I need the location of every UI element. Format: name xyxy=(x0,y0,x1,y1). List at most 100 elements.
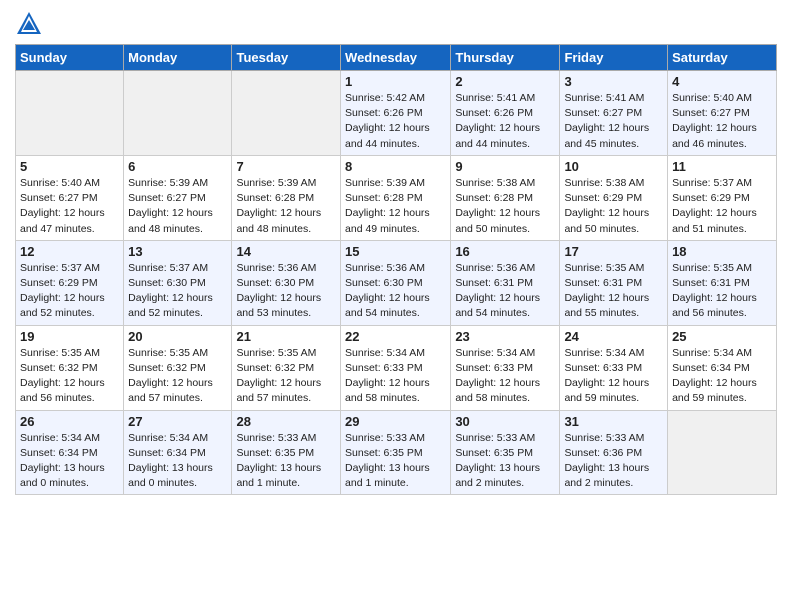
sunset-label: Sunset: 6:28 PM xyxy=(236,192,314,204)
day-info: Sunrise: 5:41 AMSunset: 6:27 PMDaylight:… xyxy=(564,91,663,152)
daylight-label: Daylight: 12 hours and 48 minutes. xyxy=(236,207,321,234)
calendar-container: SundayMondayTuesdayWednesdayThursdayFrid… xyxy=(0,0,792,505)
day-cell: 22Sunrise: 5:34 AMSunset: 6:33 PMDayligh… xyxy=(341,325,451,410)
day-cell: 20Sunrise: 5:35 AMSunset: 6:32 PMDayligh… xyxy=(124,325,232,410)
sunrise-label: Sunrise: 5:36 AM xyxy=(455,262,535,274)
day-info: Sunrise: 5:39 AMSunset: 6:27 PMDaylight:… xyxy=(128,176,227,237)
sunset-label: Sunset: 6:27 PM xyxy=(564,107,642,119)
day-cell: 18Sunrise: 5:35 AMSunset: 6:31 PMDayligh… xyxy=(668,240,777,325)
sunset-label: Sunset: 6:31 PM xyxy=(672,277,750,289)
day-info: Sunrise: 5:34 AMSunset: 6:34 PMDaylight:… xyxy=(20,431,119,492)
daylight-label: Daylight: 12 hours and 57 minutes. xyxy=(236,377,321,404)
day-cell: 3 Sunrise: 5:41 AMSunset: 6:27 PMDaylight… xyxy=(560,71,668,156)
sunset-label: Sunset: 6:28 PM xyxy=(345,192,423,204)
daylight-label: Daylight: 12 hours and 52 minutes. xyxy=(20,292,105,319)
weekday-header-row: SundayMondayTuesdayWednesdayThursdayFrid… xyxy=(16,45,777,71)
day-number: 13 xyxy=(128,244,227,259)
day-info: Sunrise: 5:35 AMSunset: 6:32 PMDaylight:… xyxy=(20,346,119,407)
week-row-3: 12Sunrise: 5:37 AMSunset: 6:29 PMDayligh… xyxy=(16,240,777,325)
day-info: Sunrise: 5:37 AMSunset: 6:29 PMDaylight:… xyxy=(672,176,772,237)
weekday-thursday: Thursday xyxy=(451,45,560,71)
logo-icon xyxy=(15,10,43,38)
daylight-label: Daylight: 12 hours and 59 minutes. xyxy=(672,377,757,404)
day-number: 2 xyxy=(455,74,555,89)
sunset-label: Sunset: 6:27 PM xyxy=(672,107,750,119)
sunset-label: Sunset: 6:34 PM xyxy=(20,447,98,459)
sunrise-label: Sunrise: 5:34 AM xyxy=(564,347,644,359)
week-row-5: 26Sunrise: 5:34 AMSunset: 6:34 PMDayligh… xyxy=(16,410,777,495)
day-info: Sunrise: 5:40 AMSunset: 6:27 PMDaylight:… xyxy=(672,91,772,152)
sunrise-label: Sunrise: 5:34 AM xyxy=(20,432,100,444)
daylight-label: Daylight: 13 hours and 1 minute. xyxy=(236,462,321,489)
day-number: 4 xyxy=(672,74,772,89)
sunrise-label: Sunrise: 5:36 AM xyxy=(236,262,316,274)
day-number: 22 xyxy=(345,329,446,344)
sunrise-label: Sunrise: 5:34 AM xyxy=(128,432,208,444)
day-info: Sunrise: 5:39 AMSunset: 6:28 PMDaylight:… xyxy=(345,176,446,237)
header xyxy=(15,10,777,38)
daylight-label: Daylight: 13 hours and 1 minute. xyxy=(345,462,430,489)
day-cell xyxy=(232,71,341,156)
daylight-label: Daylight: 12 hours and 47 minutes. xyxy=(20,207,105,234)
sunrise-label: Sunrise: 5:42 AM xyxy=(345,92,425,104)
sunrise-label: Sunrise: 5:41 AM xyxy=(455,92,535,104)
sunrise-label: Sunrise: 5:37 AM xyxy=(20,262,100,274)
day-cell: 9Sunrise: 5:38 AMSunset: 6:28 PMDaylight… xyxy=(451,155,560,240)
day-info: Sunrise: 5:33 AMSunset: 6:35 PMDaylight:… xyxy=(236,431,336,492)
sunset-label: Sunset: 6:34 PM xyxy=(128,447,206,459)
sunrise-label: Sunrise: 5:38 AM xyxy=(564,177,644,189)
day-info: Sunrise: 5:42 AMSunset: 6:26 PMDaylight:… xyxy=(345,91,446,152)
daylight-label: Daylight: 12 hours and 48 minutes. xyxy=(128,207,213,234)
day-number: 5 xyxy=(20,159,119,174)
daylight-label: Daylight: 13 hours and 2 minutes. xyxy=(564,462,649,489)
sunset-label: Sunset: 6:32 PM xyxy=(236,362,314,374)
day-number: 17 xyxy=(564,244,663,259)
day-info: Sunrise: 5:36 AMSunset: 6:31 PMDaylight:… xyxy=(455,261,555,322)
daylight-label: Daylight: 12 hours and 56 minutes. xyxy=(672,292,757,319)
sunset-label: Sunset: 6:32 PM xyxy=(20,362,98,374)
daylight-label: Daylight: 12 hours and 52 minutes. xyxy=(128,292,213,319)
sunrise-label: Sunrise: 5:34 AM xyxy=(345,347,425,359)
sunset-label: Sunset: 6:30 PM xyxy=(345,277,423,289)
sunset-label: Sunset: 6:29 PM xyxy=(564,192,642,204)
day-cell: 27Sunrise: 5:34 AMSunset: 6:34 PMDayligh… xyxy=(124,410,232,495)
sunrise-label: Sunrise: 5:40 AM xyxy=(20,177,100,189)
daylight-label: Daylight: 12 hours and 50 minutes. xyxy=(564,207,649,234)
sunrise-label: Sunrise: 5:39 AM xyxy=(236,177,316,189)
day-info: Sunrise: 5:38 AM Sunset: 6:29 PM Daylight:… xyxy=(564,176,663,237)
daylight-label: Daylight: 12 hours and 59 minutes. xyxy=(564,377,649,404)
day-cell: 4Sunrise: 5:40 AMSunset: 6:27 PMDaylight… xyxy=(668,71,777,156)
day-number: 20 xyxy=(128,329,227,344)
sunrise-label: Sunrise: 5:37 AM xyxy=(672,177,752,189)
day-info: Sunrise: 5:37 AMSunset: 6:30 PMDaylight:… xyxy=(128,261,227,322)
sunrise-label: Sunrise: 5:39 AM xyxy=(128,177,208,189)
day-info: Sunrise: 5:41 AMSunset: 6:26 PMDaylight:… xyxy=(455,91,555,152)
sunrise-label: Sunrise: 5:33 AM xyxy=(345,432,425,444)
day-cell: 23Sunrise: 5:34 AMSunset: 6:33 PMDayligh… xyxy=(451,325,560,410)
sunrise-label: Sunrise: 5:38 AM xyxy=(455,177,535,189)
daylight-label: Daylight: 12 hours and 58 minutes. xyxy=(455,377,540,404)
day-number: 3 xyxy=(564,74,663,89)
logo xyxy=(15,10,47,38)
day-cell: 8Sunrise: 5:39 AMSunset: 6:28 PMDaylight… xyxy=(341,155,451,240)
weekday-monday: Monday xyxy=(124,45,232,71)
day-number: 1 xyxy=(345,74,446,89)
day-cell xyxy=(16,71,124,156)
sunrise-label: Sunrise: 5:40 AM xyxy=(672,92,752,104)
day-cell: 11 Sunrise: 5:37 AMSunset: 6:29 PMDayligh… xyxy=(668,155,777,240)
day-cell: 2 Sunrise: 5:41 AMSunset: 6:26 PMDaylight… xyxy=(451,71,560,156)
sunrise-label: Sunrise: 5:33 AM xyxy=(236,432,316,444)
day-cell xyxy=(668,410,777,495)
daylight-label: Daylight: 13 hours and 2 minutes. xyxy=(455,462,540,489)
day-number: 29 xyxy=(345,414,446,429)
day-cell: 26Sunrise: 5:34 AMSunset: 6:34 PMDayligh… xyxy=(16,410,124,495)
day-number: 27 xyxy=(128,414,227,429)
sunset-label: Sunset: 6:31 PM xyxy=(564,277,642,289)
sunset-label: Sunset: 6:29 PM xyxy=(20,277,98,289)
day-number: 14 xyxy=(236,244,336,259)
day-number: 21 xyxy=(236,329,336,344)
day-info: Sunrise: 5:35 AMSunset: 6:32 PMDaylight:… xyxy=(236,346,336,407)
daylight-label: Daylight: 12 hours and 44 minutes. xyxy=(455,122,540,149)
day-number: 11 xyxy=(672,159,772,174)
sunrise-label: Sunrise: 5:34 AM xyxy=(672,347,752,359)
